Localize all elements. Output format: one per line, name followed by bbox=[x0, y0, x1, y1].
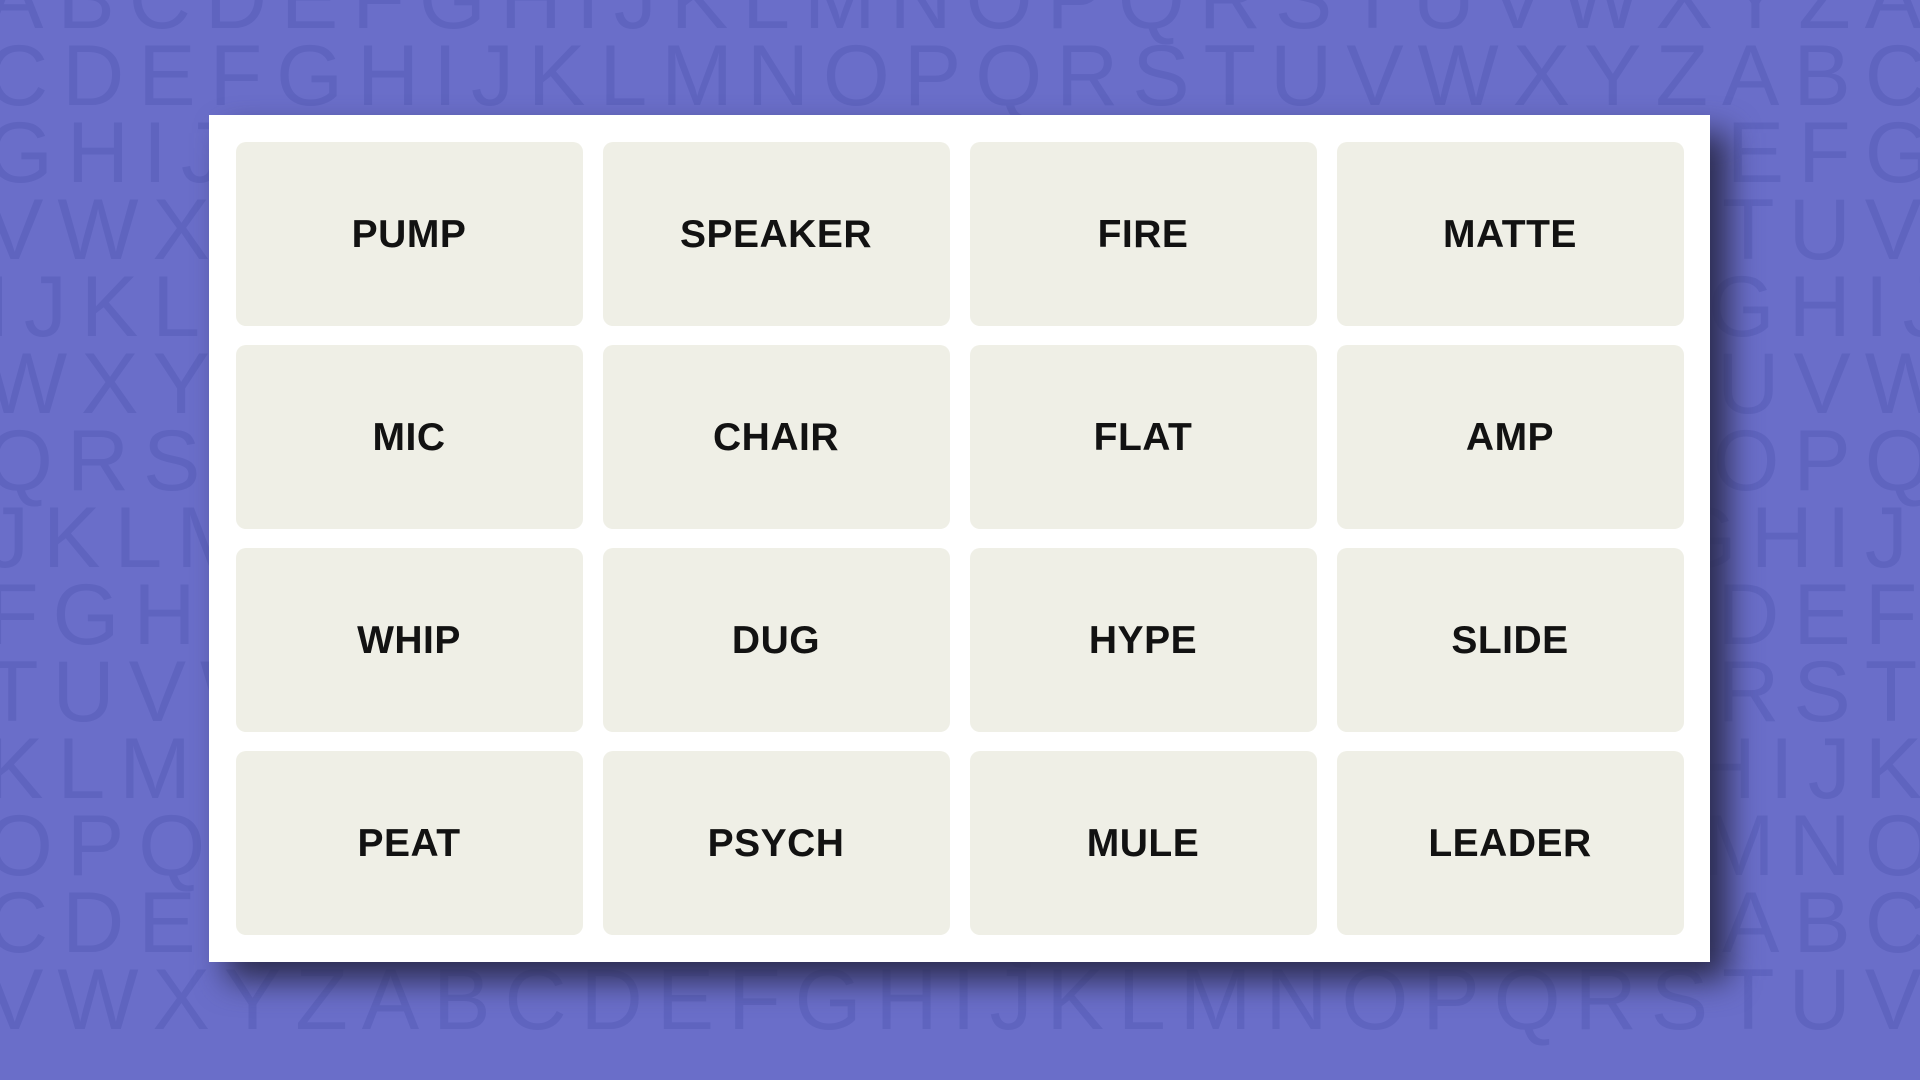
word-tile[interactable]: WHIP bbox=[235, 548, 583, 732]
word-tile[interactable]: MIC bbox=[235, 345, 583, 529]
word-tile-label: CHAIR bbox=[713, 415, 839, 459]
word-tile-label: MULE bbox=[1086, 821, 1200, 865]
background-letter-row: CDEFGHIJKLMNOPQRSTUVWXYZABCDEFGHIJKL bbox=[0, 28, 1920, 124]
word-tile[interactable]: SLIDE bbox=[1336, 548, 1684, 732]
word-grid: PUMP SPEAKER FIRE MATTE MIC CHAIR FLAT AMP WHIP D… bbox=[235, 142, 1684, 935]
word-tile[interactable]: MULE bbox=[969, 751, 1317, 935]
word-tile[interactable]: HYPE bbox=[969, 548, 1317, 732]
word-tile[interactable]: PUMP bbox=[235, 142, 583, 326]
word-tile-label: DUG bbox=[731, 618, 821, 662]
word-tile-label: MIC bbox=[372, 415, 446, 459]
board-panel: PUMP SPEAKER FIRE MATTE MIC CHAIR FLAT AMP WHIP D… bbox=[209, 115, 1710, 962]
word-tile[interactable]: DUG bbox=[602, 548, 950, 732]
word-tile-label: FIRE bbox=[1097, 212, 1189, 256]
word-tile-label: SPEAKER bbox=[679, 212, 873, 256]
word-tile[interactable]: LEADER bbox=[1336, 751, 1684, 935]
word-tile-label: PSYCH bbox=[707, 821, 845, 865]
word-tile[interactable]: PSYCH bbox=[602, 751, 950, 935]
word-tile-label: LEADER bbox=[1428, 821, 1592, 865]
word-tile[interactable]: FLAT bbox=[969, 345, 1317, 529]
word-tile-label: HYPE bbox=[1088, 618, 1198, 662]
word-tile[interactable]: MATTE bbox=[1336, 142, 1684, 326]
word-tile[interactable]: CHAIR bbox=[602, 345, 950, 529]
word-tile[interactable]: SPEAKER bbox=[602, 142, 950, 326]
word-tile-label: PEAT bbox=[357, 821, 461, 865]
word-tile-label: WHIP bbox=[357, 618, 461, 662]
word-tile[interactable]: FIRE bbox=[969, 142, 1317, 326]
word-tile[interactable]: PEAT bbox=[235, 751, 583, 935]
word-tile-label: PUMP bbox=[351, 212, 467, 256]
word-tile-label: MATTE bbox=[1443, 212, 1577, 256]
word-tile[interactable]: AMP bbox=[1336, 345, 1684, 529]
word-tile-label: FLAT bbox=[1093, 415, 1193, 459]
word-tile-label: AMP bbox=[1465, 415, 1555, 459]
background-letter-row: ABCDEFGHIJKLMNOPQRSTUVWXYZABCDEFGHIJ bbox=[0, 0, 1920, 42]
word-tile-label: SLIDE bbox=[1451, 618, 1569, 662]
